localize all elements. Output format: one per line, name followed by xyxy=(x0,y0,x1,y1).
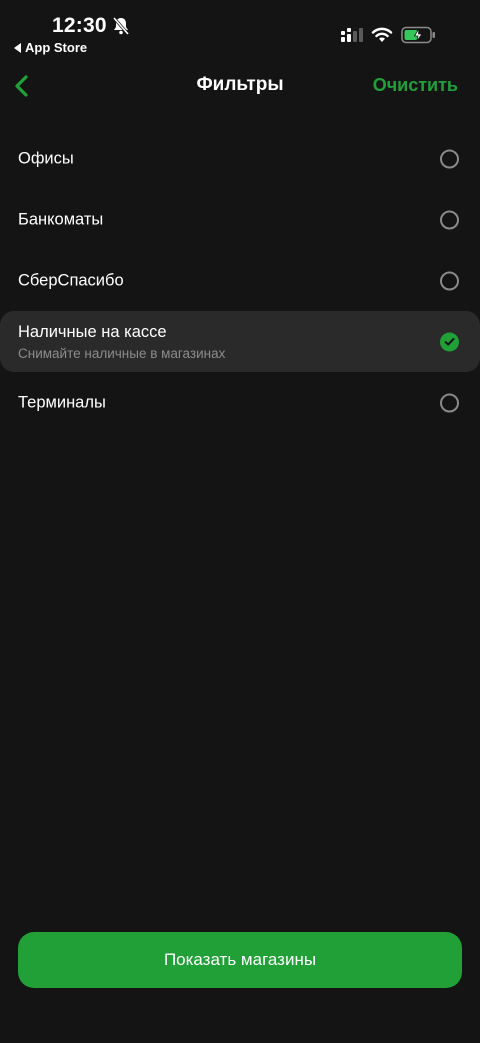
filter-item-sberspasibo[interactable]: СберСпасибо xyxy=(0,250,480,311)
show-stores-button[interactable]: Показать магазины xyxy=(18,932,462,988)
radio-unchecked-icon[interactable] xyxy=(440,393,459,412)
radio-unchecked-icon[interactable] xyxy=(440,271,459,290)
filter-label: Банкоматы xyxy=(18,210,104,228)
bell-muted-icon xyxy=(112,17,130,35)
filter-label: СберСпасибо xyxy=(18,271,124,289)
status-time: 12:30 xyxy=(52,14,107,37)
checkmark-icon xyxy=(444,337,455,345)
clear-button[interactable]: Очистить xyxy=(373,75,458,96)
radio-unchecked-icon[interactable] xyxy=(440,210,459,229)
radio-unchecked-icon[interactable] xyxy=(440,149,459,168)
filter-item-terminals[interactable]: Терминалы xyxy=(0,372,480,433)
filter-item-cash-at-checkout[interactable]: Наличные на кассе Снимайте наличные в ма… xyxy=(0,311,480,372)
back-app-label: App Store xyxy=(25,40,88,55)
signal-icon xyxy=(341,28,363,42)
filter-label: Терминалы xyxy=(18,393,106,411)
wifi-icon xyxy=(371,27,393,42)
radio-checked-icon[interactable] xyxy=(440,332,459,351)
filter-item-atms[interactable]: Банкоматы xyxy=(0,189,480,250)
back-to-app-store[interactable]: App Store xyxy=(14,40,87,55)
filter-label: Офисы xyxy=(18,149,74,167)
filter-list: Офисы Банкоматы СберСпасибо Наличные на … xyxy=(0,128,480,433)
back-triangle-icon xyxy=(14,42,21,53)
filter-subtitle: Снимайте наличные в магазинах xyxy=(18,346,226,361)
filter-label: Наличные на кассе xyxy=(18,323,167,341)
battery-charging-icon xyxy=(401,26,435,44)
filter-item-offices[interactable]: Офисы xyxy=(0,128,480,189)
